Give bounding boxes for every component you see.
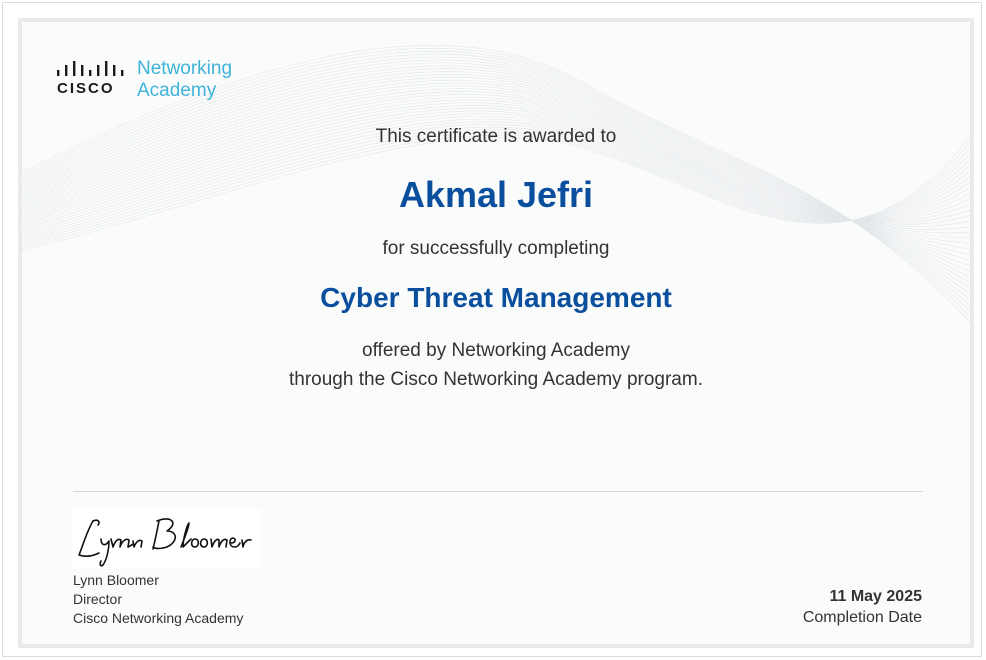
signatory-name: Lynn Bloomer xyxy=(73,572,159,588)
logo-line-academy: Academy xyxy=(137,80,217,101)
footer-divider xyxy=(73,491,923,492)
signatory-title: Director xyxy=(73,591,123,607)
logo-line-networking: Networking xyxy=(137,58,233,79)
background-wave-line xyxy=(22,82,970,250)
program-statement: offered by Networking Academy through th… xyxy=(22,336,970,394)
certificate-panel: CISCO Networking Academy This certificat… xyxy=(18,18,974,648)
program-text: through the Cisco Networking Academy pro… xyxy=(289,369,703,390)
cisco-wordmark: CISCO xyxy=(57,80,115,97)
background-wave-line xyxy=(22,77,970,261)
completion-date-label: Completion Date xyxy=(802,609,922,626)
course-title: Cyber Threat Management xyxy=(320,282,672,313)
recipient-name: Akmal Jefri xyxy=(398,174,594,215)
completion-statement: for successfully completing xyxy=(382,238,610,259)
signatory-organization: Cisco Networking Academy xyxy=(73,610,244,626)
cisco-networking-academy-logo: CISCO Networking Academy xyxy=(57,58,247,102)
networking-academy-wordmark: Networking Academy xyxy=(137,58,232,102)
certificate-outer-frame: CISCO Networking Academy This certificat… xyxy=(2,2,982,657)
completion-date: 11 May 2025 xyxy=(829,588,922,605)
offered-by-text: offered by Networking Academy xyxy=(362,340,630,361)
awarded-to-text: This certificate is awarded to xyxy=(375,126,617,147)
signatory-details: Lynn Bloomer Director Cisco Networking A… xyxy=(73,571,243,628)
handwritten-signature xyxy=(71,509,261,569)
completion-date-block: 11 May 2025 Completion Date xyxy=(803,586,922,628)
cisco-bars-icon xyxy=(57,61,124,76)
